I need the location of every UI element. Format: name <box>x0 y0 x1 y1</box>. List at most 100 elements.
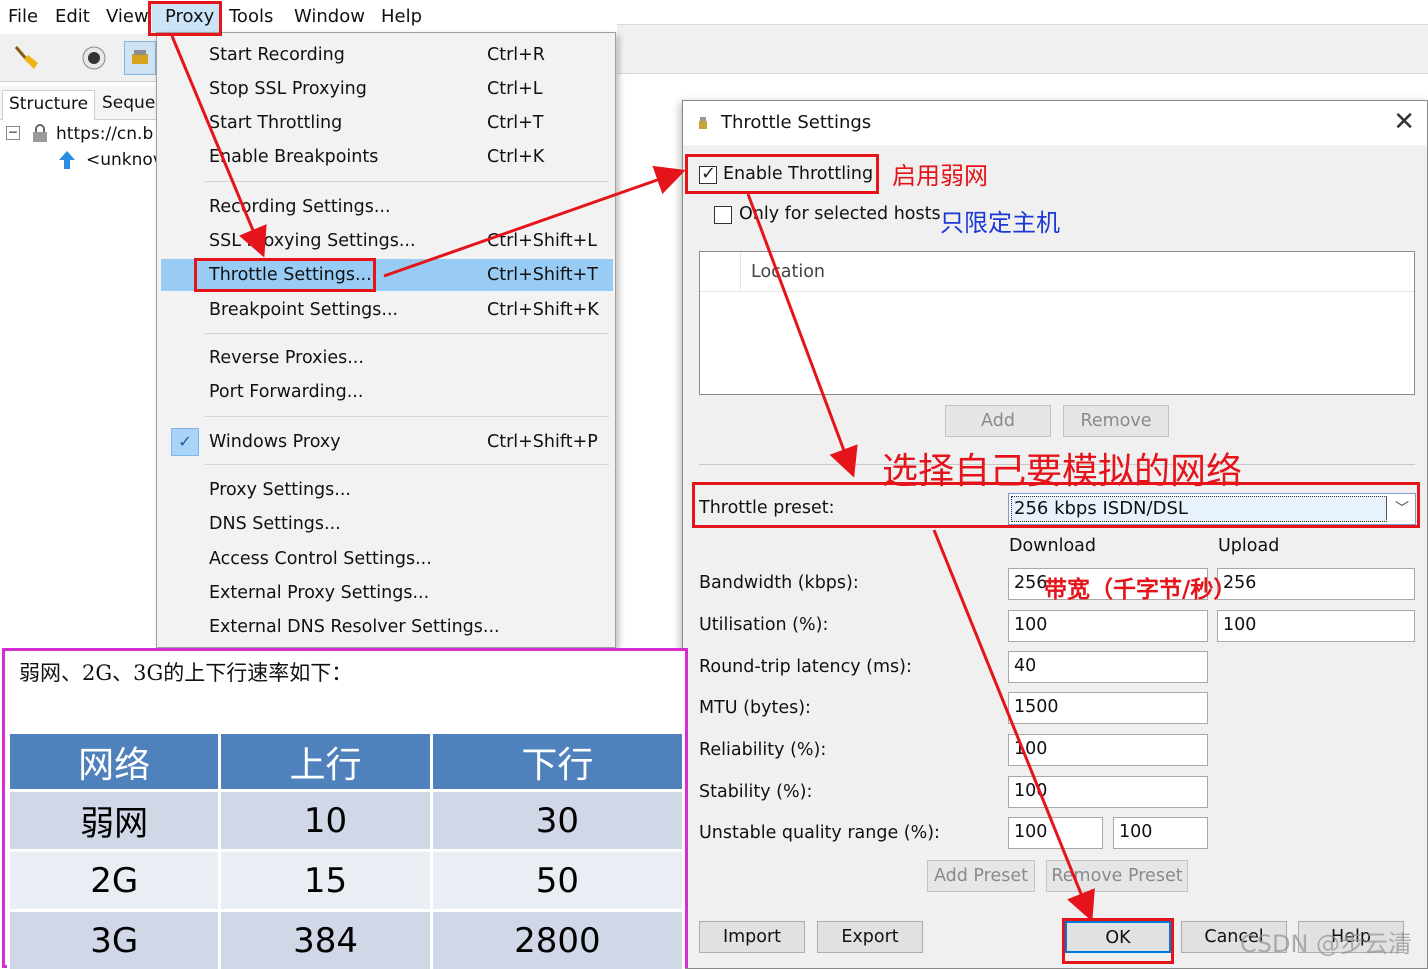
only-selected-hosts-label[interactable]: Only for selected hosts <box>739 204 941 224</box>
ok-annotation-box <box>1062 918 1174 964</box>
choose-network-annotation-text: 选择自己要模拟的网络 <box>882 451 1243 492</box>
location-column-header[interactable]: Location <box>751 262 825 282</box>
add-preset-button[interactable]: Add Preset <box>927 860 1035 892</box>
menu-item-shortcut: Ctrl+Shift+L <box>487 231 597 251</box>
table-row: 2G 15 50 <box>6 849 686 912</box>
menu-help[interactable]: Help <box>381 6 422 27</box>
import-button[interactable]: Import <box>699 921 805 953</box>
menu-item-start-throttling[interactable]: Start Throttling Ctrl+T <box>161 107 613 139</box>
menu-item-label: Windows Proxy <box>209 432 341 452</box>
menu-separator <box>205 333 609 334</box>
menu-item-enable-breakpoints[interactable]: Enable Breakpoints Ctrl+K <box>161 141 613 173</box>
menu-item-shortcut: Ctrl+T <box>487 113 544 133</box>
table-cell: 2G <box>6 849 222 912</box>
menu-item-label: Enable Breakpoints <box>209 147 379 167</box>
menu-item-shortcut: Ctrl+L <box>487 79 543 99</box>
reliability-field[interactable]: 100 <box>1008 734 1208 766</box>
record-icon[interactable] <box>78 41 110 75</box>
tree-child[interactable]: <unknov <box>86 150 156 170</box>
menu-item-label: Access Control Settings... <box>209 549 432 569</box>
utilisation-label: Utilisation (%): <box>699 615 829 635</box>
menu-item-label: DNS Settings... <box>209 514 341 534</box>
toolbar-right <box>617 24 1428 74</box>
stability-field[interactable]: 100 <box>1008 776 1208 808</box>
header-upstream: 上行 <box>218 731 433 792</box>
unstable-range-label: Unstable quality range (%): <box>699 823 940 843</box>
menu-item-shortcut: Ctrl+R <box>487 45 545 65</box>
watermark-text: CSDN @步云清 <box>1240 930 1413 958</box>
bandwidth-upload-field[interactable]: 256 <box>1217 568 1415 600</box>
collapse-icon[interactable]: − <box>6 126 20 140</box>
menu-item-external-proxy-settings[interactable]: External Proxy Settings... <box>161 577 613 609</box>
menu-item-label: Recording Settings... <box>209 197 391 217</box>
menu-file[interactable]: File <box>8 6 38 27</box>
menu-item-shortcut: Ctrl+K <box>487 147 545 167</box>
menu-window[interactable]: Window <box>294 6 365 27</box>
menu-item-windows-proxy[interactable]: ✓ Windows Proxy Ctrl+Shift+P <box>161 426 613 458</box>
speed-caption: 弱网、2G、3G的上下行速率如下： <box>19 661 353 685</box>
unstable-range-max-field[interactable]: 100 <box>1113 817 1208 849</box>
menu-item-label: External DNS Resolver Settings... <box>209 617 500 637</box>
menu-item-breakpoint-settings[interactable]: Breakpoint Settings... Ctrl+Shift+K <box>161 294 613 326</box>
close-icon[interactable]: ✕ <box>1393 107 1415 137</box>
menu-item-external-dns-resolver-settings[interactable]: External DNS Resolver Settings... <box>161 611 613 643</box>
table-header-row: 网络 上行 下行 <box>6 731 686 792</box>
tree-host[interactable]: https://cn.b <box>56 124 156 144</box>
remove-host-button[interactable]: Remove <box>1063 405 1169 437</box>
utilisation-upload-field[interactable]: 100 <box>1217 610 1415 642</box>
menu-item-proxy-settings[interactable]: Proxy Settings... <box>161 474 613 506</box>
menu-bar: File Edit View Proxy Tools Window Help <box>0 0 620 34</box>
bandwidth-label: Bandwidth (kbps): <box>699 573 859 593</box>
unstable-range-min-field[interactable]: 100 <box>1008 817 1103 849</box>
menu-item-ssl-proxying-settings[interactable]: SSL Proxying Settings... Ctrl+Shift+L <box>161 225 613 257</box>
export-button[interactable]: Export <box>817 921 923 953</box>
only-selected-hosts-checkbox[interactable] <box>714 206 732 224</box>
dialog-title: Throttle Settings <box>721 112 872 133</box>
menu-item-stop-ssl-proxying[interactable]: Stop SSL Proxying Ctrl+L <box>161 73 613 105</box>
remove-preset-button[interactable]: Remove Preset <box>1046 860 1188 892</box>
header-network: 网络 <box>6 731 222 792</box>
menu-item-recording-settings[interactable]: Recording Settings... <box>161 191 613 223</box>
tab-structure[interactable]: Structure <box>2 90 96 120</box>
table-row: 弱网 10 30 <box>6 789 686 852</box>
throttle-icon[interactable] <box>124 41 156 75</box>
menu-item-dns-settings[interactable]: DNS Settings... <box>161 508 613 540</box>
lock-icon <box>30 124 50 144</box>
hosts-table[interactable]: Location <box>699 251 1415 395</box>
tab-sequence[interactable]: Seque <box>96 90 161 120</box>
table-cell: 弱网 <box>6 789 222 852</box>
table-cell: 2800 <box>429 909 686 969</box>
menu-tools[interactable]: Tools <box>229 6 273 27</box>
dialog-titlebar: Throttle Settings ✕ <box>683 101 1427 145</box>
latency-field[interactable]: 40 <box>1008 651 1208 683</box>
download-column-header: Download <box>1009 536 1096 556</box>
mtu-field[interactable]: 1500 <box>1008 692 1208 724</box>
menu-item-shortcut: Ctrl+Shift+T <box>487 265 598 285</box>
broom-icon[interactable] <box>10 41 42 75</box>
menu-item-port-forwarding[interactable]: Port Forwarding... <box>161 376 613 408</box>
menu-item-label: Breakpoint Settings... <box>209 300 399 320</box>
menu-item-label: SSL Proxying Settings... <box>209 231 416 251</box>
menu-view[interactable]: View <box>106 6 149 27</box>
hosts-annotation-text: 只限定主机 <box>940 209 1060 237</box>
network-speed-table: 网络 上行 下行 弱网 10 30 2G 15 50 3G 384 2800 <box>6 731 686 969</box>
mtu-label: MTU (bytes): <box>699 698 811 718</box>
add-host-button[interactable]: Add <box>945 405 1051 437</box>
view-tabs: Structure Seque <box>0 86 158 120</box>
proxy-dropdown-menu: Start Recording Ctrl+R Stop SSL Proxying C… <box>156 32 616 648</box>
bandwidth-annotation-text: 带宽（千字节/秒） <box>1044 577 1237 603</box>
menu-item-label: Stop SSL Proxying <box>209 79 367 99</box>
menu-item-reverse-proxies[interactable]: Reverse Proxies... <box>161 342 613 374</box>
latency-label: Round-trip latency (ms): <box>699 657 912 677</box>
utilisation-download-field[interactable]: 100 <box>1008 610 1208 642</box>
menu-item-start-recording[interactable]: Start Recording Ctrl+R <box>161 39 613 71</box>
menu-edit[interactable]: Edit <box>55 6 90 27</box>
menu-item-access-control-settings[interactable]: Access Control Settings... <box>161 543 613 575</box>
table-row: 3G 384 2800 <box>6 909 686 969</box>
upload-arrow-icon <box>58 150 76 170</box>
menu-item-label: Proxy Settings... <box>209 480 351 500</box>
menu-item-label: Reverse Proxies... <box>209 348 364 368</box>
table-cell: 15 <box>218 849 433 912</box>
network-speed-panel: 弱网、2G、3G的上下行速率如下： 网络 上行 下行 弱网 10 30 2G 1… <box>2 648 688 969</box>
menu-item-label: Port Forwarding... <box>209 382 364 402</box>
